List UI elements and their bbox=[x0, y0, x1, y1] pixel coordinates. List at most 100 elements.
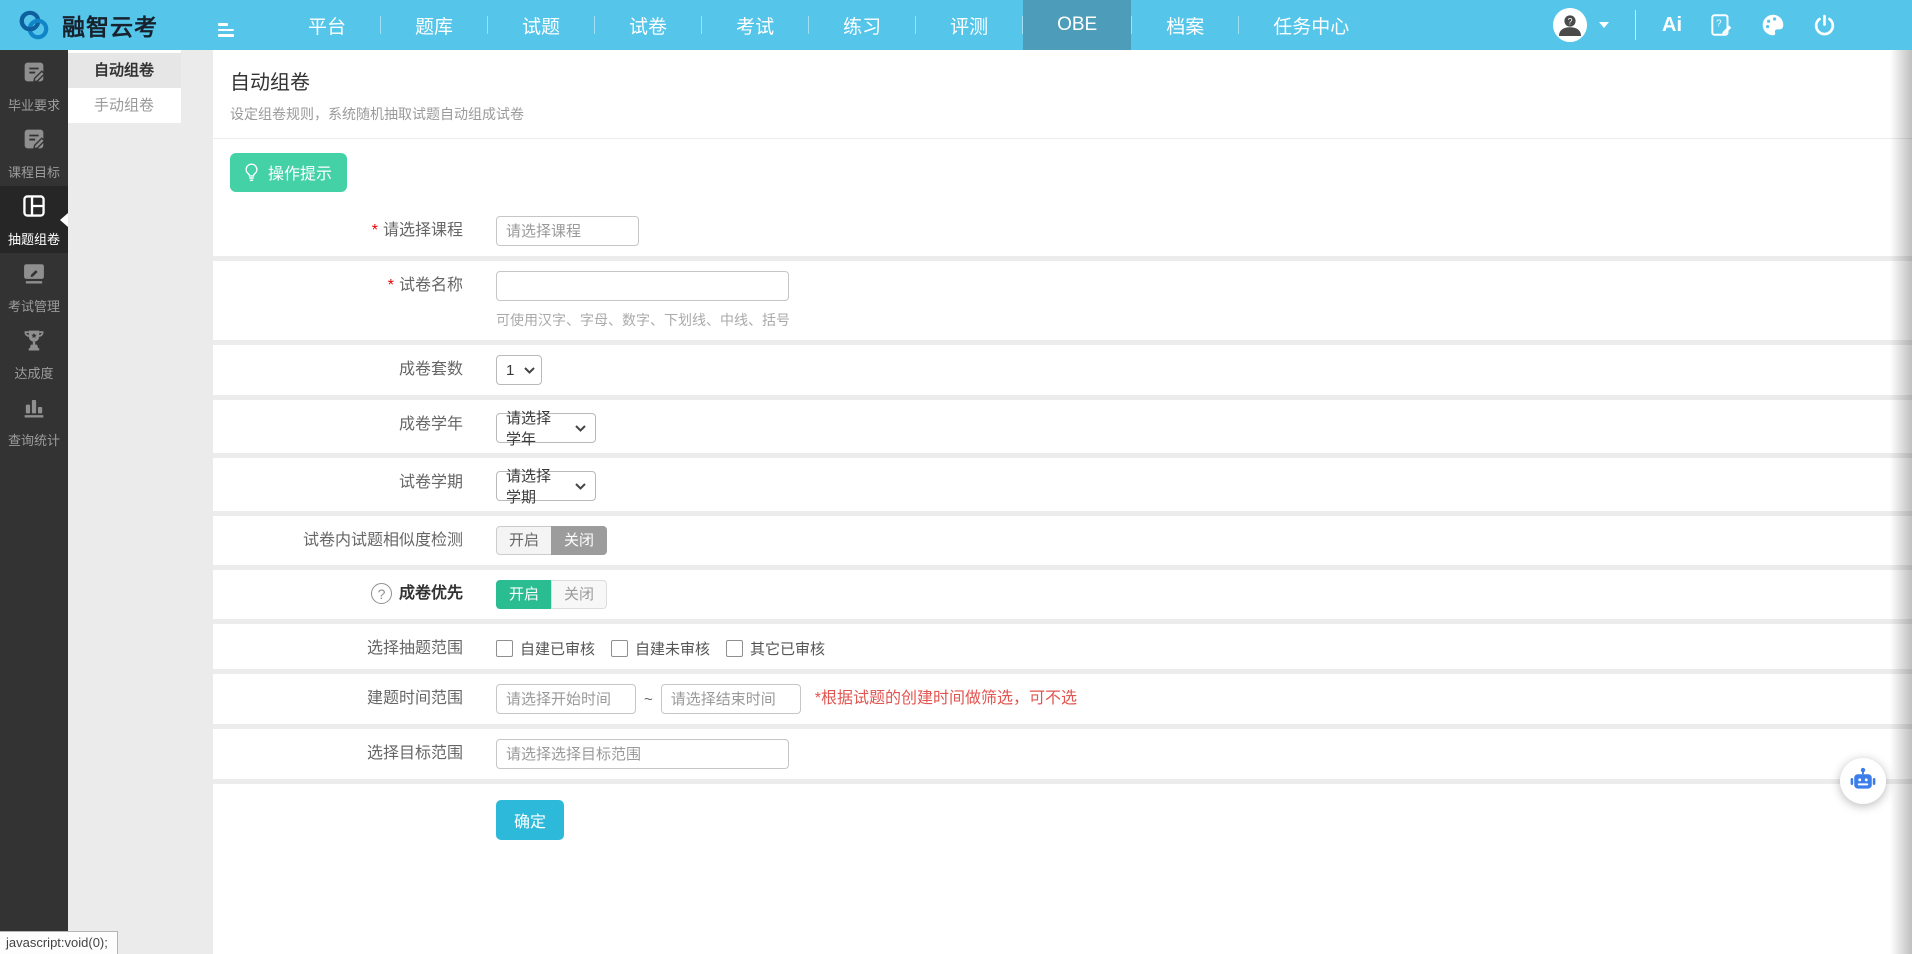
chevron-down-icon bbox=[575, 425, 586, 432]
required-mark: * bbox=[372, 222, 378, 239]
nav-item-question-bank[interactable]: 题库 bbox=[381, 0, 487, 50]
paper-name-input[interactable] bbox=[496, 271, 789, 301]
layout-grid-icon bbox=[20, 192, 48, 223]
submenu-item-manual-assembly[interactable]: 手动组卷 bbox=[68, 88, 181, 123]
semester-select[interactable]: 请选择学期 bbox=[496, 471, 596, 501]
sidebar-item-exam-management[interactable]: 考试管理 bbox=[0, 253, 68, 320]
robot-assistant-button[interactable] bbox=[1840, 758, 1886, 804]
form-row-similarity: 试卷内试题相似度检测 开启 关闭 bbox=[213, 516, 1912, 565]
ai-assistant-label[interactable]: Ai bbox=[1662, 14, 1682, 37]
navbar-divider bbox=[1635, 10, 1636, 40]
sidebar-item-label: 课程目标 bbox=[8, 162, 60, 181]
time-range-note: *根据试题的创建时间做筛选，可不选 bbox=[815, 684, 1077, 714]
sidebar-item-label: 毕业要求 bbox=[8, 95, 60, 114]
user-avatar-icon[interactable]: ? bbox=[1553, 8, 1587, 42]
paper-name-label: *试卷名称 bbox=[213, 271, 463, 296]
top-navbar: 融智云考 平台 题库 试题 试卷 考试 练习 评测 OBE 档案 任务中心 ? bbox=[0, 0, 1912, 50]
form-row-scope: 选择抽题范围 自建已审核 自建未审核 其它已审核 bbox=[213, 624, 1912, 669]
sidebar-item-graduation-requirements[interactable]: 毕业要求 bbox=[0, 52, 68, 119]
nav-item-practice[interactable]: 练习 bbox=[809, 0, 915, 50]
form-row-school-year: 成卷学年 请选择学年 bbox=[213, 400, 1912, 453]
form-row-paper-name: *试卷名称 可使用汉字、字母、数字、下划线、中线、括号 bbox=[213, 261, 1912, 340]
similarity-off-button[interactable]: 关闭 bbox=[551, 526, 607, 555]
sidebar-item-course-goals[interactable]: 课程目标 bbox=[0, 119, 68, 186]
status-bar: javascript:void(0); bbox=[0, 931, 118, 954]
chevron-down-icon[interactable] bbox=[1599, 22, 1609, 28]
robot-icon bbox=[1849, 767, 1877, 795]
time-range-label: 建题时间范围 bbox=[213, 684, 463, 709]
form-row-set-count: 成卷套数 1 bbox=[213, 345, 1912, 395]
submenu-column: 自动组卷 手动组卷 bbox=[68, 50, 213, 954]
start-time-input[interactable] bbox=[496, 684, 636, 714]
submenu-panel: 自动组卷 手动组卷 bbox=[68, 50, 181, 123]
trophy-icon bbox=[20, 326, 48, 357]
checkbox-icon[interactable] bbox=[726, 640, 743, 657]
app-title: 融智云考 bbox=[62, 8, 158, 42]
page-title: 自动组卷 bbox=[230, 66, 1912, 95]
sidebar-item-label: 查询统计 bbox=[8, 430, 60, 449]
course-label: *请选择课程 bbox=[213, 216, 463, 241]
sidebar-item-label: 达成度 bbox=[14, 363, 53, 382]
feedback-edit-icon[interactable]: ? bbox=[1708, 12, 1734, 38]
scope-label: 选择抽题范围 bbox=[213, 634, 463, 659]
chevron-down-icon bbox=[575, 483, 586, 490]
required-mark: * bbox=[388, 277, 394, 294]
confirm-button[interactable]: 确定 bbox=[496, 800, 564, 840]
paper-name-hint: 可使用汉字、字母、数字、下划线、中线、括号 bbox=[496, 310, 790, 330]
document-edit-icon bbox=[20, 58, 48, 89]
target-scope-input[interactable] bbox=[496, 739, 789, 769]
page-header: 自动组卷 设定组卷规则，系统随机抽取试题自动组成试卷 bbox=[213, 50, 1912, 139]
submenu-item-auto-assembly[interactable]: 自动组卷 bbox=[68, 53, 181, 88]
left-sidebar: 毕业要求 课程目标 抽题组卷 bbox=[0, 50, 68, 954]
checkbox-icon[interactable] bbox=[611, 640, 628, 657]
theme-palette-icon[interactable] bbox=[1760, 12, 1786, 38]
app-logo-icon bbox=[16, 7, 52, 43]
nav-item-questions[interactable]: 试题 bbox=[488, 0, 594, 50]
svg-text:?: ? bbox=[1567, 17, 1572, 27]
school-year-select[interactable]: 请选择学年 bbox=[496, 413, 596, 443]
course-select-input[interactable] bbox=[496, 216, 639, 246]
form-row-semester: 试卷学期 请选择学期 bbox=[213, 458, 1912, 511]
nav-item-task-center[interactable]: 任务中心 bbox=[1239, 0, 1383, 50]
help-icon[interactable]: ? bbox=[371, 583, 392, 604]
priority-toggle: 开启 关闭 bbox=[496, 580, 607, 609]
power-logout-icon[interactable] bbox=[1812, 13, 1837, 38]
nav-item-papers[interactable]: 试卷 bbox=[595, 0, 701, 50]
operation-tips-button[interactable]: 操作提示 bbox=[230, 153, 347, 192]
brand[interactable]: 融智云考 bbox=[0, 7, 158, 43]
main-content: 自动组卷 设定组卷规则，系统随机抽取试题自动组成试卷 操作提示 *请选择课程 bbox=[213, 50, 1912, 954]
set-count-select[interactable]: 1 bbox=[496, 355, 542, 385]
similarity-on-button[interactable]: 开启 bbox=[496, 526, 552, 555]
main-nav: 平台 题库 试题 试卷 考试 练习 评测 OBE 档案 任务中心 bbox=[274, 0, 1383, 50]
nav-item-evaluation[interactable]: 评测 bbox=[916, 0, 1022, 50]
semester-label: 试卷学期 bbox=[213, 468, 463, 493]
page-subtitle: 设定组卷规则，系统随机抽取试题自动组成试卷 bbox=[230, 104, 1912, 124]
end-time-input[interactable] bbox=[661, 684, 801, 714]
similarity-label: 试卷内试题相似度检测 bbox=[213, 526, 463, 551]
priority-off-button[interactable]: 关闭 bbox=[551, 580, 607, 609]
form-row-priority: ? 成卷优先 开启 关闭 bbox=[213, 570, 1912, 619]
form-row-time-range: 建题时间范围 ~ *根据试题的创建时间做筛选，可不选 bbox=[213, 674, 1912, 724]
sidebar-item-paper-assembly[interactable]: 抽题组卷 bbox=[0, 186, 68, 253]
priority-label: ? 成卷优先 bbox=[213, 580, 463, 604]
sidebar-item-query-statistics[interactable]: 查询统计 bbox=[0, 387, 68, 454]
nav-item-platform[interactable]: 平台 bbox=[274, 0, 380, 50]
range-separator: ~ bbox=[644, 691, 653, 708]
nav-item-obe[interactable]: OBE bbox=[1023, 0, 1131, 50]
form-row-course: *请选择课程 bbox=[213, 206, 1912, 256]
sidebar-item-achievement[interactable]: 达成度 bbox=[0, 320, 68, 387]
checkbox-self-reviewed[interactable]: 自建已审核 bbox=[496, 638, 595, 659]
priority-on-button[interactable]: 开启 bbox=[496, 580, 552, 609]
operation-tips-label: 操作提示 bbox=[268, 160, 332, 184]
checkbox-self-unreviewed[interactable]: 自建未审核 bbox=[611, 638, 710, 659]
checkbox-icon[interactable] bbox=[496, 640, 513, 657]
bar-chart-icon bbox=[20, 393, 48, 424]
form-row-target: 选择目标范围 bbox=[213, 729, 1912, 779]
similarity-toggle: 开启 关闭 bbox=[496, 526, 607, 555]
checkbox-other-reviewed[interactable]: 其它已审核 bbox=[726, 638, 825, 659]
set-count-label: 成卷套数 bbox=[213, 355, 463, 380]
nav-item-exams[interactable]: 考试 bbox=[702, 0, 808, 50]
document-edit-icon bbox=[20, 125, 48, 156]
menu-collapse-icon[interactable] bbox=[218, 23, 234, 37]
nav-item-archives[interactable]: 档案 bbox=[1132, 0, 1238, 50]
